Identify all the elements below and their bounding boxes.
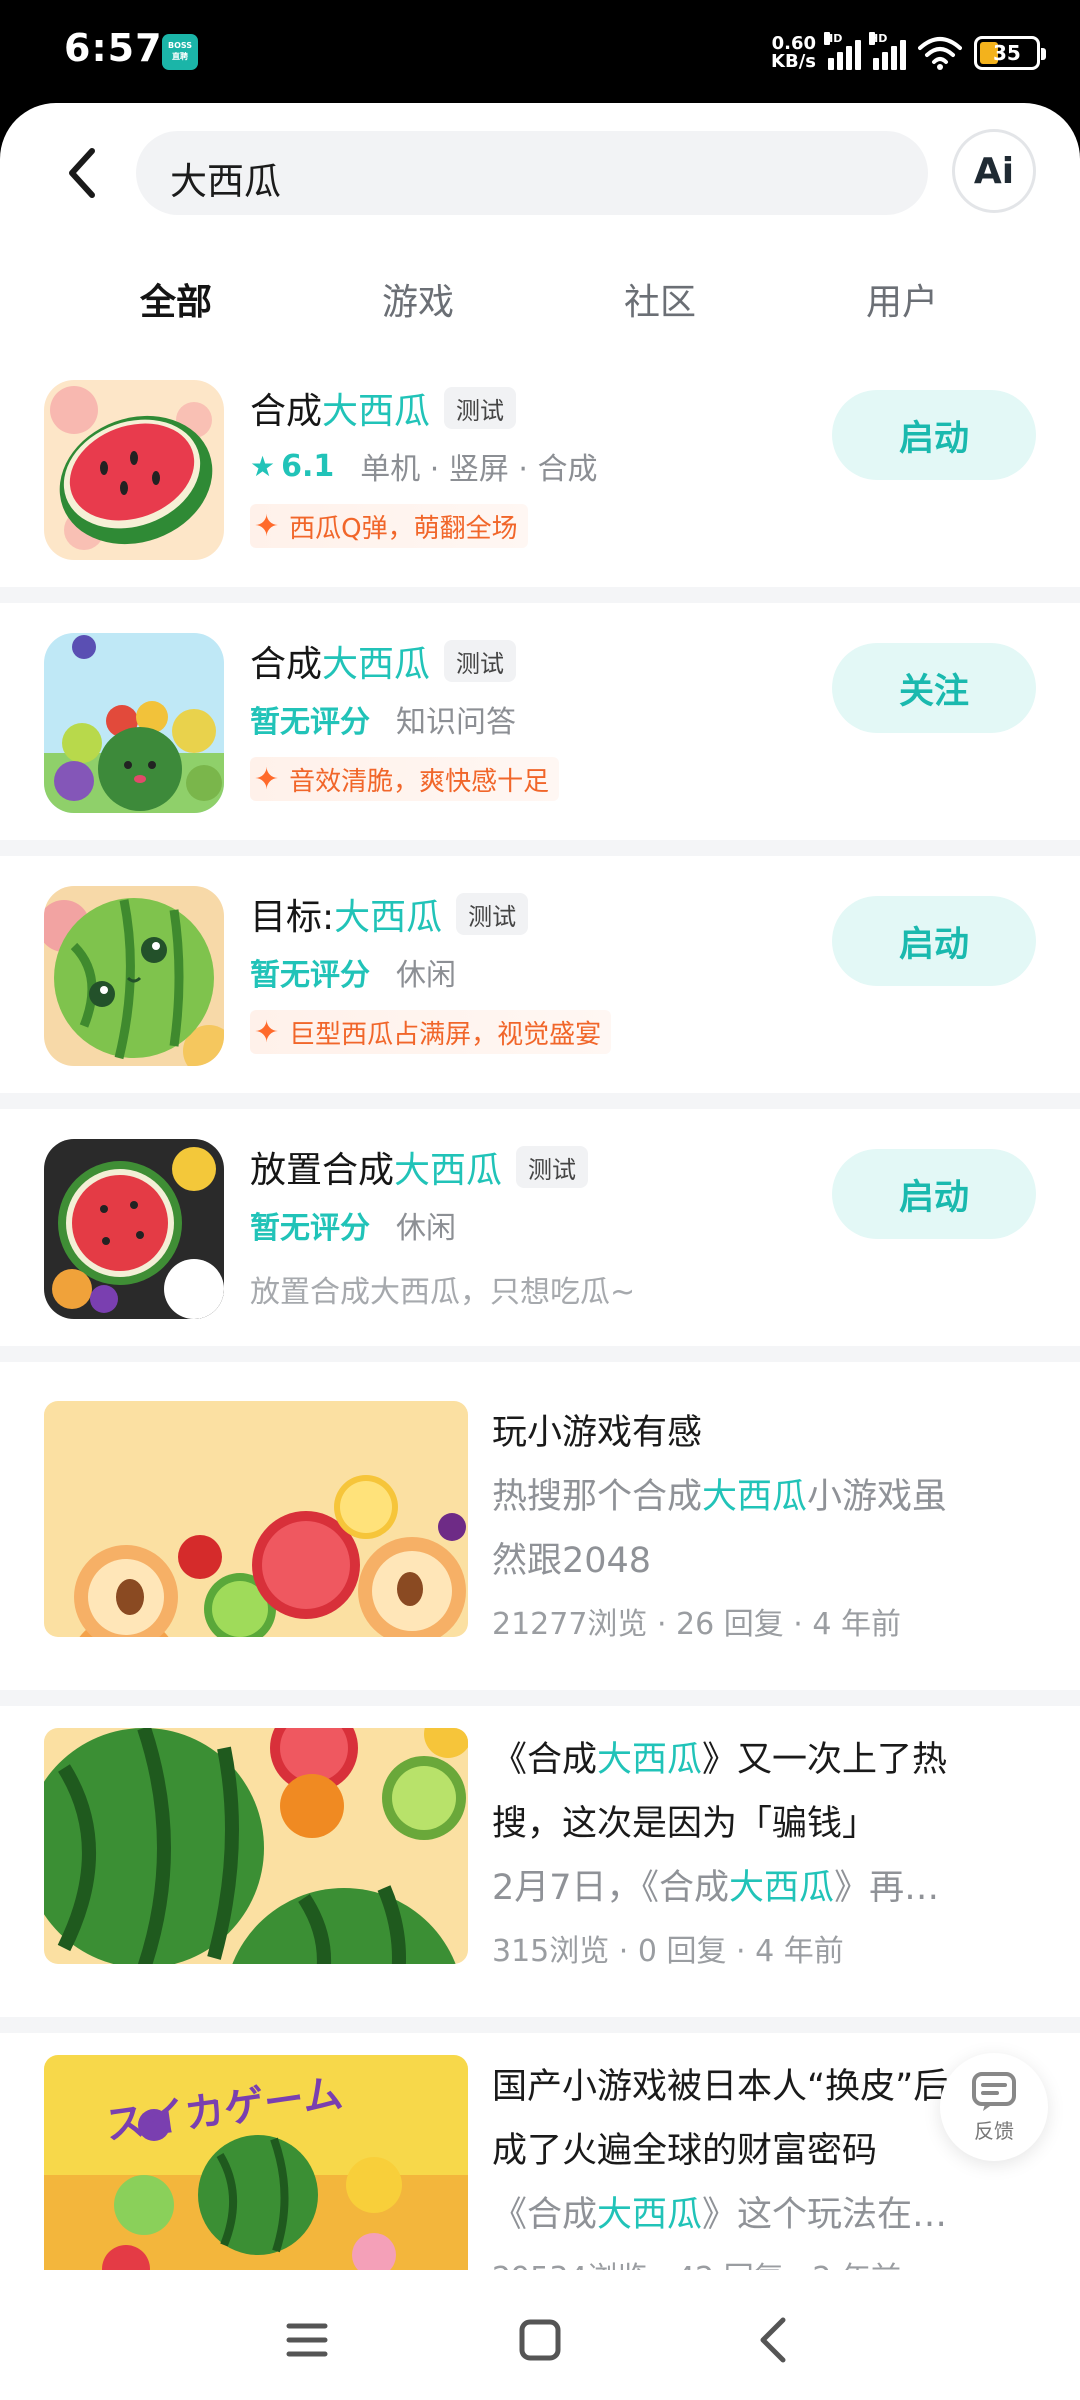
post-title-line2: 搜，这次是因为「骗钱」 — [492, 1804, 878, 1844]
battery-icon: 35 — [974, 36, 1046, 70]
game-result-item[interactable]: 目标:大西瓜 测试 暂无评分 休闲 ✦ 巨型西瓜占满屏，视觉盛宴 启动 — [0, 866, 1080, 1118]
launch-button[interactable]: 启动 — [832, 390, 1036, 480]
post-title-line2: 成了火遍全球的财富密码 — [492, 2131, 878, 2171]
star-icon: ★ — [250, 449, 276, 483]
post-result-item[interactable]: 《合成大西瓜》又一次上了热 搜，这次是因为「骗钱」 2月7日，《合成大西瓜》再…… — [0, 1706, 1080, 2017]
game-title: 放置合成大西瓜 — [250, 1150, 503, 1191]
post-title: 玩小游戏有感 — [492, 1413, 703, 1453]
system-back-button[interactable] — [738, 2310, 808, 2370]
post-excerpt-line2: 然跟2048 — [492, 1541, 652, 1581]
post-title: 《合成大西瓜》又一次上了热 — [492, 1740, 948, 1780]
no-rating-label: 暂无评分 — [250, 705, 370, 740]
search-input[interactable]: 大西瓜 — [136, 131, 928, 215]
sparkle-icon: ✦ — [254, 761, 280, 797]
no-rating-label: 暂无评分 — [250, 1211, 370, 1246]
tab-community[interactable]: 社区 — [590, 273, 730, 325]
game-rating: ★ 6.1 — [250, 448, 335, 484]
status-time: 6:57 — [64, 26, 163, 70]
launch-button[interactable]: 启动 — [832, 1149, 1036, 1239]
game-result-item[interactable]: 放置合成大西瓜 测试 暂无评分 休闲 放置合成大西瓜，只想吃瓜~ 启动 — [0, 1119, 1080, 1371]
divider — [0, 1093, 1080, 1109]
launch-button[interactable]: 启动 — [832, 896, 1036, 986]
game-title: 合成大西瓜 — [250, 391, 431, 432]
system-nav-bar — [0, 2270, 1080, 2400]
game-tags: 休闲 — [396, 958, 456, 993]
game-title: 合成大西瓜 — [250, 644, 431, 685]
test-badge: 测试 — [516, 1146, 589, 1188]
ai-icon: Ai — [973, 150, 1015, 192]
game-tags: 知识问答 — [396, 705, 516, 740]
cell-signal-icon-2: HD — [869, 32, 906, 70]
post-thumbnail: スイカゲーム — [44, 2055, 468, 2291]
promo-tag: ✦ 音效清脆，爽快感十足 — [250, 757, 560, 801]
home-square-icon — [519, 2319, 561, 2361]
home-button[interactable] — [505, 2310, 575, 2370]
post-result-item[interactable]: 玩小游戏有感 热搜那个合成大西瓜小游戏虽 然跟2048 21277浏览 · 26… — [0, 1362, 1080, 1690]
game-icon-big-watermelon — [44, 886, 224, 1066]
menu-icon — [286, 2323, 328, 2357]
status-bar: 6:57 BOSS 直聘 0.60 KB/s HD HD 35 — [0, 0, 1080, 105]
post-stats: 21277浏览 · 26 回复 · 4 年前 — [492, 1607, 901, 1642]
search-query: 大西瓜 — [170, 160, 281, 203]
game-result-item[interactable]: 合成大西瓜 测试 ★ 6.1 单机 · 竖屏 · 合成 ✦ 西瓜Q弹，萌翻全场 启… — [0, 360, 1080, 612]
feedback-button[interactable]: 反馈 — [940, 2053, 1048, 2161]
search-header: 大西瓜 Ai — [0, 103, 1080, 243]
feedback-icon — [972, 2071, 1016, 2111]
follow-button[interactable]: 关注 — [832, 643, 1036, 733]
post-thumbnail — [44, 1728, 468, 1964]
boss-app-notification-icon: BOSS 直聘 — [162, 34, 198, 70]
game-icon-watermelon-slice — [44, 380, 224, 560]
wifi-icon — [918, 37, 962, 70]
tab-all[interactable]: 全部 — [106, 273, 246, 329]
divider — [0, 1690, 1080, 1706]
no-rating-label: 暂无评分 — [250, 958, 370, 993]
promo-tag: ✦ 巨型西瓜占满屏，视觉盛宴 — [250, 1010, 612, 1054]
divider — [0, 840, 1080, 856]
sparkle-icon: ✦ — [254, 508, 280, 544]
post-thumbnail — [44, 1401, 468, 1637]
result-tabs: 全部 游戏 社区 用户 — [0, 263, 1080, 343]
test-badge: 测试 — [444, 387, 517, 429]
promo-tag: ✦ 西瓜Q弹，萌翻全场 — [250, 504, 528, 548]
divider — [0, 2017, 1080, 2033]
divider — [0, 587, 1080, 603]
game-description: 放置合成大西瓜，只想吃瓜~ — [250, 1275, 636, 1310]
sparkle-icon: ✦ — [254, 1014, 280, 1050]
game-title: 目标:大西瓜 — [250, 897, 443, 938]
test-badge: 测试 — [444, 640, 517, 682]
game-tags: 单机 · 竖屏 · 合成 — [360, 452, 598, 487]
triangle-back-icon — [760, 2317, 786, 2363]
divider — [0, 1346, 1080, 1362]
post-stats: 315浏览 · 0 回复 · 4 年前 — [492, 1934, 844, 1969]
search-results-page: 大西瓜 Ai 全部 游戏 社区 用户 合成大西瓜 测试 ★ 6.1 单机 · 竖… — [0, 103, 1080, 2400]
post-excerpt: 《合成大西瓜》这个玩法在… — [492, 2195, 948, 2235]
ai-button[interactable]: Ai — [952, 129, 1036, 213]
test-badge: 测试 — [456, 893, 529, 935]
back-button[interactable] — [56, 143, 106, 203]
game-icon-fruit-characters — [44, 633, 224, 813]
game-icon-idle-watermelon — [44, 1139, 224, 1319]
post-excerpt: 2月7日，《合成大西瓜》再… — [492, 1868, 940, 1908]
post-excerpt: 热搜那个合成大西瓜小游戏虽 — [492, 1477, 948, 1517]
tab-games[interactable]: 游戏 — [348, 273, 488, 325]
post-title: 国产小游戏被日本人“换皮”后 — [492, 2067, 949, 2107]
game-result-item[interactable]: 合成大西瓜 测试 暂无评分 知识问答 ✦ 音效清脆，爽快感十足 关注 — [0, 613, 1080, 865]
status-icons: 0.60 KB/s HD HD 35 — [771, 28, 1046, 78]
menu-button[interactable] — [272, 2310, 342, 2370]
network-speed: 0.60 KB/s — [771, 33, 816, 72]
chevron-left-icon — [69, 148, 95, 198]
game-tags: 休闲 — [396, 1211, 456, 1246]
tab-users[interactable]: 用户 — [832, 273, 972, 325]
cell-signal-icon: HD — [824, 32, 861, 70]
